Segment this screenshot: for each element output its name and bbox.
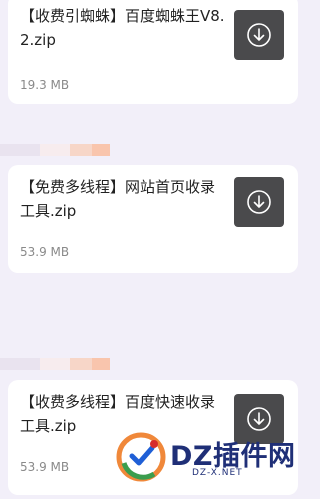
download-button[interactable] (234, 394, 284, 444)
file-name: 【收费多线程】百度快速收录工具.zip (20, 393, 216, 435)
file-card[interactable]: 【收费引蜘蛛】百度蜘蛛王V8.2.zip 19.3 MB (8, 0, 298, 104)
file-name: 【收费引蜘蛛】百度蜘蛛王V8.2.zip (20, 7, 225, 49)
download-icon (247, 190, 271, 214)
file-name: 【免费多线程】网站首页收录工具.zip (20, 178, 216, 220)
file-size: 19.3 MB (20, 78, 70, 92)
file-size: 53.9 MB (20, 245, 70, 259)
download-button[interactable] (234, 10, 284, 60)
download-icon (247, 23, 271, 47)
download-button[interactable] (234, 177, 284, 227)
file-size: 53.9 MB (20, 460, 70, 474)
file-card[interactable]: 【收费多线程】百度快速收录工具.zip 53.9 MB (8, 380, 298, 495)
download-icon (247, 407, 271, 431)
file-card[interactable]: 【免费多线程】网站首页收录工具.zip 53.9 MB (8, 165, 298, 273)
